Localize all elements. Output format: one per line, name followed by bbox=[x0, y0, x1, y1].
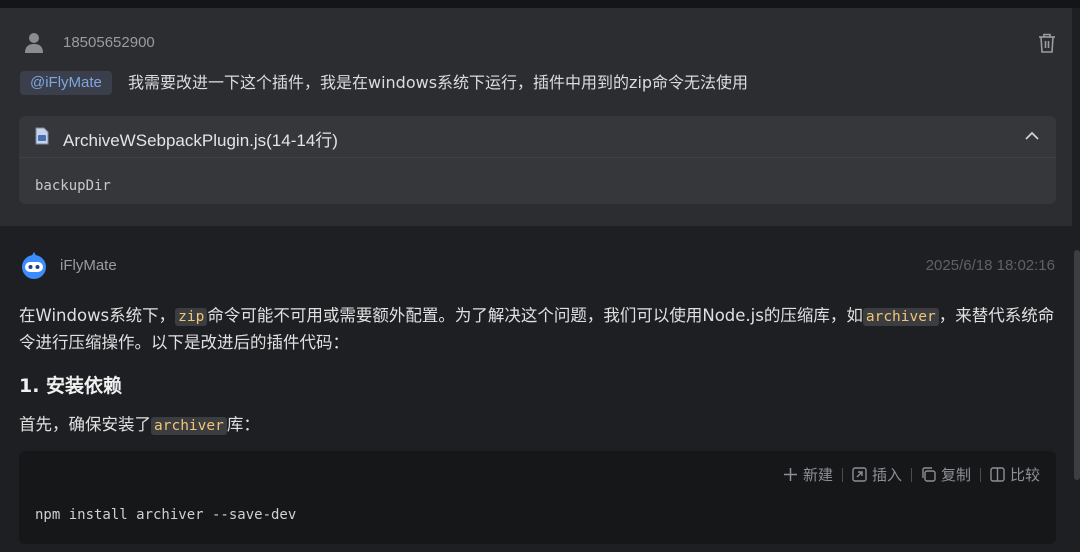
top-bar bbox=[0, 0, 1080, 8]
text-segment: 首先，确保安装了 bbox=[19, 415, 151, 434]
text-segment: 命令可能不可用或需要额外配置。为了解决这个问题，我们可以使用Node.js的压缩… bbox=[207, 306, 863, 325]
attachment-code: backupDir bbox=[35, 178, 111, 194]
divider bbox=[979, 467, 981, 482]
username: 18505652900 bbox=[63, 34, 155, 51]
file-icon bbox=[35, 127, 49, 145]
mention-tag[interactable]: @iFlyMate bbox=[20, 71, 112, 95]
scrollbar[interactable] bbox=[1074, 250, 1080, 480]
code-toolbar: 新建 插入 复制 比较 bbox=[783, 464, 1040, 485]
text-segment: 在Windows系统下， bbox=[19, 306, 176, 325]
compare-label: 比较 bbox=[1009, 466, 1040, 484]
bot-paragraph-1: 在Windows系统下， zip 命令可能不可用或需要额外配置。为了解决这个问题，我… bbox=[19, 303, 1059, 356]
divider bbox=[910, 467, 912, 482]
bot-avatar-icon bbox=[22, 252, 46, 279]
new-label: 新建 bbox=[802, 466, 833, 484]
insert-icon bbox=[852, 467, 867, 482]
file-attachment: ArchiveWSebpackPlugin.js(14-14行) backupD… bbox=[19, 116, 1056, 204]
file-name: ArchiveWSebpackPlugin.js(14-14行) bbox=[63, 131, 338, 150]
copy-label: 复制 bbox=[940, 466, 971, 484]
user-icon bbox=[25, 33, 43, 53]
bot-name: iFlyMate bbox=[60, 257, 117, 274]
section-heading: 1. 安装依赖 bbox=[19, 375, 123, 397]
chevron-up-icon[interactable] bbox=[1024, 128, 1040, 144]
code-content: npm install archiver --save-dev bbox=[35, 507, 297, 523]
user-message: 18505652900 @iFlyMate 我需要改进一下这个插件，我是在win… bbox=[0, 8, 1072, 226]
trash-icon[interactable] bbox=[1037, 32, 1057, 54]
compare-button[interactable]: 比较 bbox=[990, 464, 1040, 485]
insert-label: 插入 bbox=[871, 466, 902, 484]
inline-code: archiver bbox=[151, 417, 227, 435]
file-attachment-header[interactable]: ArchiveWSebpackPlugin.js(14-14行) bbox=[19, 116, 1056, 158]
inline-code: archiver bbox=[862, 308, 939, 326]
insert-button[interactable]: 插入 bbox=[852, 464, 902, 485]
text-segment: 库： bbox=[226, 415, 260, 434]
code-block: 新建 插入 复制 比较 npm install archiver --save-… bbox=[19, 451, 1056, 544]
copy-icon bbox=[922, 467, 936, 482]
user-message-text: 我需要改进一下这个插件，我是在windows系统下运行，插件中用到的zip命令无… bbox=[128, 73, 749, 92]
divider bbox=[841, 467, 843, 482]
new-button[interactable]: 新建 bbox=[783, 464, 833, 485]
message-timestamp: 2025/6/18 18:02:16 bbox=[925, 257, 1055, 274]
bot-paragraph-2: 首先，确保安装了 archiver 库： bbox=[19, 412, 1059, 439]
plus-icon bbox=[783, 468, 797, 481]
inline-code: zip bbox=[175, 308, 208, 326]
compare-icon bbox=[990, 467, 1005, 482]
copy-button[interactable]: 复制 bbox=[921, 464, 971, 485]
